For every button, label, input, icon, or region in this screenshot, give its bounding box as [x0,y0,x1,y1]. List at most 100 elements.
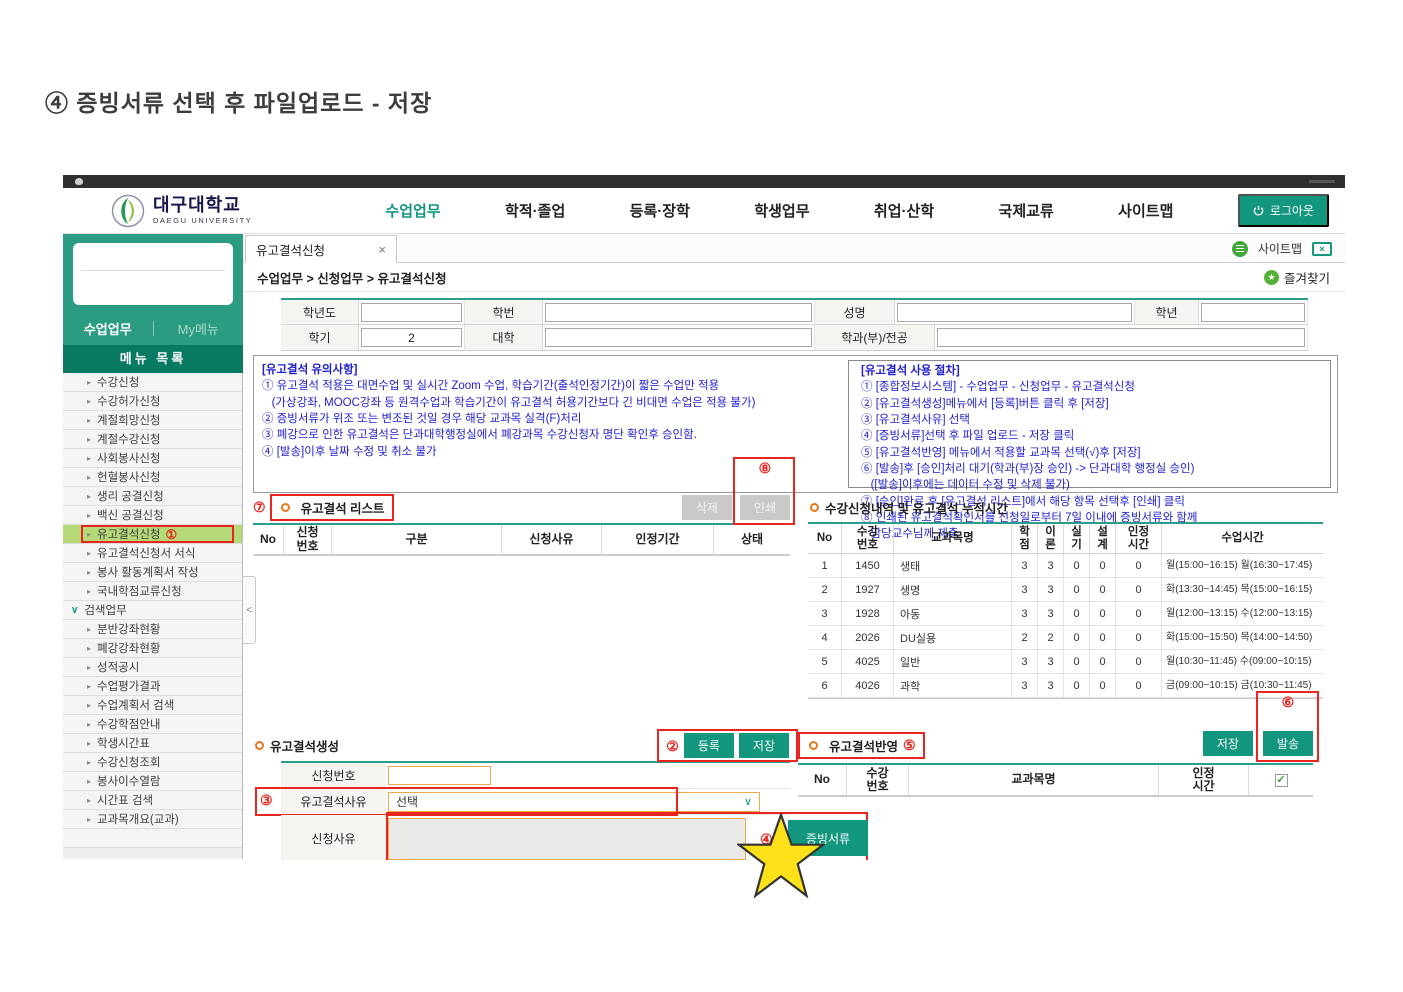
sidebar-item[interactable]: ▸수업계획서 검색 [63,696,242,715]
chevron-down-icon: ∨ [71,605,78,616]
window-titlebar [63,175,1345,188]
absence-apply-table: No 수강 번호 교과목명 인정 시간 ✓ [798,763,1313,797]
close-all-tabs-icon[interactable]: × [1312,242,1332,256]
nav-item-student-affairs[interactable]: 학생업무 [754,200,809,221]
sidebar-item[interactable]: ▸헌혈봉사신청 [63,468,242,487]
annotation-box-7: 유고결석 리스트 [270,494,394,521]
item-arrow-icon: ▸ [87,739,91,748]
college-input[interactable] [545,328,812,347]
reason-type-label: 유고결석사유 [281,789,386,814]
create-save-button[interactable]: 저장 [739,733,789,758]
sidebar-item[interactable]: ▸학생시간표 [63,734,242,753]
sidebar-item[interactable]: ▸계절희망신청 [63,411,242,430]
student-info-form: 학년도 학번 성명 학년 학기 2 대학 학과(부)/전공 [281,298,1308,351]
reason-row: 신청사유 ④ 증빙서류 [281,815,790,860]
sitemap-icon[interactable] [1232,241,1248,257]
item-arrow-icon: ▸ [87,644,91,653]
item-arrow-icon: ▸ [87,682,91,691]
sidebar-item[interactable]: ▸교과목개요(교과) [63,810,242,829]
enrollment-table: No 수강 번호 교과목명 학 점 이 론 실 기 설 계 인정 시간 수업시간… [808,522,1323,699]
table-row: 1 1450 생태 3 3 0 0 0 월(15:00~16:15) 월(16:… [808,554,1323,578]
item-arrow-icon: ▸ [87,511,91,520]
table-row: 5 4025 일반 3 3 0 0 0 월(10:30~11:45) 수(09:… [808,650,1323,674]
reason-textarea[interactable] [388,818,746,860]
favorite-control[interactable]: ★ 즐겨찾기 [1264,268,1330,287]
chevron-down-icon: ∨ [744,795,752,808]
sidebar-item[interactable]: ▸수강신청 [63,373,242,392]
sidebar-item[interactable]: ▸사회봉사신청 [63,449,242,468]
sidebar-item[interactable]: ▸수업평가결과 [63,677,242,696]
sidebar-tab-classwork[interactable]: 수업업무 [63,319,153,338]
sidebar-collapse-handle[interactable]: < [243,576,256,644]
sidebar-item-absence-apply[interactable]: ▸ 유고결석신청 ① [63,525,242,544]
section-bullet-icon [255,741,264,750]
app-window: 대구대학교 DAEGU UNIVERSITY 수업업무 학적·졸업 등록·장학 … [63,175,1345,860]
apply-no-label: 신청번호 [281,763,386,788]
dept-input[interactable] [937,328,1305,347]
nav-item-registration[interactable]: 등록·장학 [630,200,690,221]
absence-list-title: 유고결석 리스트 [301,498,385,517]
table-row: 6 4026 과학 3 3 0 0 0 금(09:00~10:15) 금(10:… [808,674,1323,698]
apply-save-button[interactable]: 저장 [1203,731,1253,756]
item-arrow-icon: ▸ [87,720,91,729]
sidebar-item[interactable]: ▸폐강강좌현황 [63,639,242,658]
nav-item-international[interactable]: 국제교류 [999,200,1054,221]
enrollment-panel: 수강신청내역 및 유고결석 누적시간 No 수강 번호 교과목명 학 점 이 론… [808,495,1323,700]
power-icon [1253,205,1264,216]
reason-type-select[interactable]: 선택 ∨ [388,792,760,812]
item-arrow-icon: ▸ [87,473,91,482]
sidebar-tab-mymenu[interactable]: My메뉴 [154,319,244,338]
tab-absence-apply[interactable]: 유고결석신청 × [245,235,397,263]
item-arrow-icon: ▸ [87,777,91,786]
term-input[interactable]: 2 [361,328,462,347]
sidebar-item[interactable]: ▸수강신청조회 [63,753,242,772]
sidebar-item-partial[interactable] [63,829,242,848]
sidebar-item[interactable]: ▸계절수강신청 [63,430,242,449]
item-arrow-icon: ▸ [87,435,91,444]
sidebar-item[interactable]: ▸유고결석신청서 서식 [63,544,242,563]
section-bullet-icon [281,503,290,512]
student-id-label: 학번 [465,300,543,324]
section-bullet-icon [809,741,818,750]
student-id-input[interactable] [545,303,812,322]
sidebar-item[interactable]: ▸봉사이수열람 [63,772,242,791]
select-all-checkbox[interactable]: ✓ [1275,774,1288,787]
sitemap-label[interactable]: 사이트맵 [1258,240,1302,257]
tab-close-icon[interactable]: × [378,242,386,257]
sidebar-item[interactable]: ▸성적공시 [63,658,242,677]
grade-input[interactable] [1201,303,1305,322]
sidebar-item[interactable]: ▸생리 공결신청 [63,487,242,506]
university-name: 대구대학교 DAEGU UNIVERSITY [153,196,252,225]
nav-item-sitemap[interactable]: 사이트맵 [1118,200,1173,221]
sidebar-item[interactable]: ▸수강학점안내 [63,715,242,734]
nav-item-records[interactable]: 학적·졸업 [505,200,565,221]
item-arrow-icon: ▸ [87,416,91,425]
sidebar-item[interactable]: ▸국내학점교류신청 [63,582,242,601]
sidebar-item[interactable]: ▸수강허가신청 [63,392,242,411]
register-button[interactable]: 등록 [684,733,734,758]
sidebar-item[interactable]: ▸분반강좌현황 [63,620,242,639]
apply-no-input[interactable] [388,766,491,785]
year-input[interactable] [361,303,462,322]
logout-button[interactable]: 로그아웃 [1238,194,1329,227]
sidebar-group-search[interactable]: ∨검색업무 [63,601,242,620]
window-icon [75,178,83,185]
delete-button[interactable]: 삭제 [682,495,732,520]
reason-label: 신청사유 [281,815,386,860]
item-arrow-icon: ▸ [87,663,91,672]
item-arrow-icon: ▸ [87,796,91,805]
annotation-2: ② [666,739,679,753]
item-arrow-icon: ▸ [87,397,91,406]
sidebar-item[interactable]: ▸시간표 검색 [63,791,242,810]
sidebar-item[interactable]: ▸봉사 활동계획서 작성 [63,563,242,582]
absence-apply-panel: 유고결석반영 ⑤ 저장 ⑥ 발송 [798,733,1313,860]
annotation-7: ⑦ [253,500,266,514]
nav-item-classwork[interactable]: 수업업무 [385,200,440,221]
name-input[interactable] [897,303,1132,322]
nav-item-career[interactable]: 취업·산학 [874,200,934,221]
item-arrow-icon: ▸ [87,701,91,710]
sidebar-item[interactable]: ▸백신 공결신청 [63,506,242,525]
menu-list-header: 메뉴 목록 [63,345,243,373]
university-logo[interactable]: 대구대학교 DAEGU UNIVERSITY [111,194,321,228]
item-arrow-icon: ▸ [87,378,91,387]
